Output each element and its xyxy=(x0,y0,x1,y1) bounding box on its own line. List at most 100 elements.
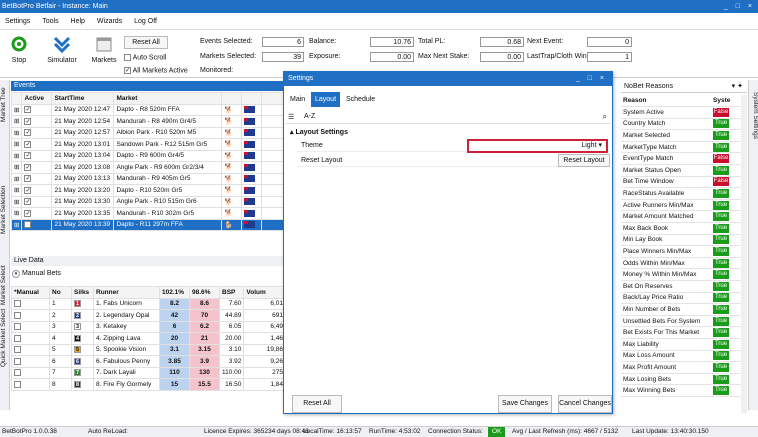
theme-select[interactable]: Light ▾ xyxy=(467,139,608,153)
expand-icon[interactable]: ⊞ xyxy=(11,115,23,128)
sort-az-button[interactable]: A-Z xyxy=(304,113,315,120)
back-price[interactable]: 42 xyxy=(159,309,190,322)
manual-checkbox[interactable] xyxy=(14,311,21,319)
manual-cell[interactable] xyxy=(11,320,50,333)
tab-schedule[interactable]: Schedule xyxy=(342,92,379,107)
lay-price[interactable]: 3.15 xyxy=(189,343,220,356)
menu-help[interactable]: Help xyxy=(66,13,90,30)
event-active-checkbox[interactable]: ✓ xyxy=(24,129,32,137)
markets-button[interactable]: Markets xyxy=(88,35,120,75)
tab-system-settings[interactable]: System Settings xyxy=(749,85,758,145)
back-price[interactable]: 20 xyxy=(159,332,190,345)
lay-price[interactable]: 21 xyxy=(189,332,220,345)
event-row[interactable]: ⊞ ✓ 21 May 2020 13:20 Dapto - R10 520m Gr5 🐕 xyxy=(11,184,286,197)
event-active-cell[interactable]: ✓ xyxy=(21,207,53,220)
reset-all-button[interactable]: Reset All xyxy=(292,395,342,413)
pin-icon[interactable]: ▾ ✦ xyxy=(732,81,743,93)
back-price[interactable]: 15 xyxy=(159,378,190,391)
event-active-cell[interactable]: ✓ xyxy=(21,161,53,174)
menu-log-off[interactable]: Log Off xyxy=(129,13,162,30)
expand-icon[interactable]: ⊞ xyxy=(11,218,23,231)
manual-cell[interactable] xyxy=(11,366,50,379)
col-active[interactable]: Active xyxy=(21,92,53,105)
event-row[interactable]: ⊞ ✓ 21 May 2020 13:04 Dapto - R9 600m Gr4/5… xyxy=(11,149,286,162)
runner-row[interactable]: 2 2 2. Legendary Opal 42 70 44.89 691 xyxy=(11,309,286,322)
search-icon[interactable]: ⌕ xyxy=(603,112,607,122)
col-runner[interactable]: Runner xyxy=(93,286,160,299)
event-row[interactable]: ⊞ ✓ 21 May 2020 12:54 Mandurah - R8 490m Gr… xyxy=(11,115,286,128)
lay-price[interactable]: 6.2 xyxy=(189,320,220,333)
menu-wizards[interactable]: Wizards xyxy=(92,13,127,30)
runner-row[interactable]: 7 7 7. Dark Layali 110 130 110.00 275 xyxy=(11,366,286,379)
lay-price[interactable]: 70 xyxy=(189,309,220,322)
expand-icon[interactable]: ⊞ xyxy=(11,126,23,139)
back-price[interactable]: 6 xyxy=(159,320,190,333)
manual-checkbox[interactable] xyxy=(14,346,21,354)
manual-checkbox[interactable] xyxy=(14,323,21,331)
save-changes-button[interactable]: Save Changes xyxy=(498,395,552,413)
expand-icon[interactable]: ⊞ xyxy=(11,172,23,185)
event-active-cell[interactable]: ✓ xyxy=(21,115,53,128)
dialog-window-controls[interactable]: _ □ × xyxy=(576,72,607,86)
event-active-checkbox[interactable]: ✓ xyxy=(24,163,32,171)
expand-icon[interactable]: ⊞ xyxy=(11,184,23,197)
col-volume[interactable]: Volum xyxy=(243,286,286,299)
tab-market-tree[interactable]: Market Tree xyxy=(0,80,10,130)
runner-row[interactable]: 1 1 1. Fabs Unicorn 8.2 8.6 7.60 6,01 xyxy=(11,297,286,310)
manual-cell[interactable] xyxy=(11,343,50,356)
event-active-checkbox[interactable]: ✓ xyxy=(24,209,32,217)
auto-scroll-check[interactable] xyxy=(124,54,131,61)
event-active-checkbox[interactable]: ✓ xyxy=(24,198,32,206)
manual-checkbox[interactable] xyxy=(14,380,21,388)
runner-row[interactable]: 8 8 8. Fire Fly Gormely 15 15.5 16.50 1,84 xyxy=(11,378,286,391)
event-active-checkbox[interactable]: ✓ xyxy=(24,186,32,194)
event-active-cell[interactable]: ✓ xyxy=(21,218,53,231)
back-price[interactable]: 3.85 xyxy=(159,355,190,368)
tab-quick-market-select[interactable]: Quick Market Select xyxy=(0,300,10,375)
manual-checkbox[interactable] xyxy=(14,357,21,365)
col-lay-book[interactable]: 98.6% xyxy=(189,286,220,299)
layout-settings-group[interactable]: ▴ Layout Settings xyxy=(286,127,610,138)
lay-price[interactable]: 3.9 xyxy=(189,355,220,368)
nobet-scrollbar[interactable] xyxy=(741,95,747,413)
col-starttime[interactable]: StartTime xyxy=(51,92,115,105)
manual-cell[interactable] xyxy=(11,378,50,391)
event-active-checkbox[interactable]: ✓ xyxy=(24,140,32,148)
simulator-button[interactable]: Simulator xyxy=(44,35,80,75)
event-active-cell[interactable]: ✓ xyxy=(21,172,53,185)
col-no[interactable]: No xyxy=(49,286,72,299)
event-row[interactable]: ⊞ ✓ 21 May 2020 13:35 Mandurah - R10 302m G… xyxy=(11,207,286,220)
col-back-book[interactable]: 102.1% xyxy=(159,286,190,299)
expand-icon[interactable]: ⊞ xyxy=(11,207,23,220)
manual-checkbox[interactable] xyxy=(14,369,21,377)
lay-price[interactable]: 15.5 xyxy=(189,378,220,391)
runner-row[interactable]: 3 3 3. Ketakey 6 6.2 6.05 6,49 xyxy=(11,320,286,333)
manual-cell[interactable] xyxy=(11,355,50,368)
window-controls[interactable]: _ □ × xyxy=(724,0,755,13)
col-silks[interactable]: Silks xyxy=(71,286,94,299)
event-active-checkbox[interactable]: ✓ xyxy=(24,221,32,229)
event-row[interactable]: ⊞ ✓ 21 May 2020 13:08 Angle Park - R9 600m … xyxy=(11,161,286,174)
back-price[interactable]: 3.1 xyxy=(159,343,190,356)
event-row[interactable]: ⊞ ✓ 21 May 2020 13:39 Dapto - R11 297m FFA 🐕 xyxy=(11,218,286,231)
manual-checkbox[interactable] xyxy=(14,300,21,308)
runner-row[interactable]: 6 6 6. Fabulous Penny 3.85 3.9 3.92 9,26 xyxy=(11,355,286,368)
tab-main[interactable]: Main xyxy=(286,92,309,107)
categorized-icon[interactable]: ☰ xyxy=(288,113,294,121)
expand-icon[interactable]: ⊞ xyxy=(11,149,23,162)
event-active-cell[interactable]: ✓ xyxy=(21,126,53,139)
event-active-checkbox[interactable]: ✓ xyxy=(24,175,32,183)
lay-price[interactable]: 8.6 xyxy=(189,297,220,310)
manual-cell[interactable] xyxy=(11,297,50,310)
manual-cell[interactable] xyxy=(11,332,50,345)
col-manual[interactable]: *Manual xyxy=(11,286,50,299)
menu-tools[interactable]: Tools xyxy=(37,13,63,30)
event-row[interactable]: ⊞ ✓ 21 May 2020 12:47 Dapto - R8 520m FFA 🐕 xyxy=(11,103,286,116)
auto-scroll-checkbox[interactable]: Auto Scroll xyxy=(124,54,166,61)
manual-cell[interactable] xyxy=(11,309,50,322)
runner-row[interactable]: 4 4 4. Zipping Lava 20 21 20.00 1,46 xyxy=(11,332,286,345)
event-row[interactable]: ⊞ ✓ 21 May 2020 13:13 Mandurah - R9 405m Gr… xyxy=(11,172,286,185)
lay-price[interactable]: 130 xyxy=(189,366,220,379)
menu-settings[interactable]: Settings xyxy=(0,13,35,30)
col-system[interactable]: Syste xyxy=(711,95,741,108)
